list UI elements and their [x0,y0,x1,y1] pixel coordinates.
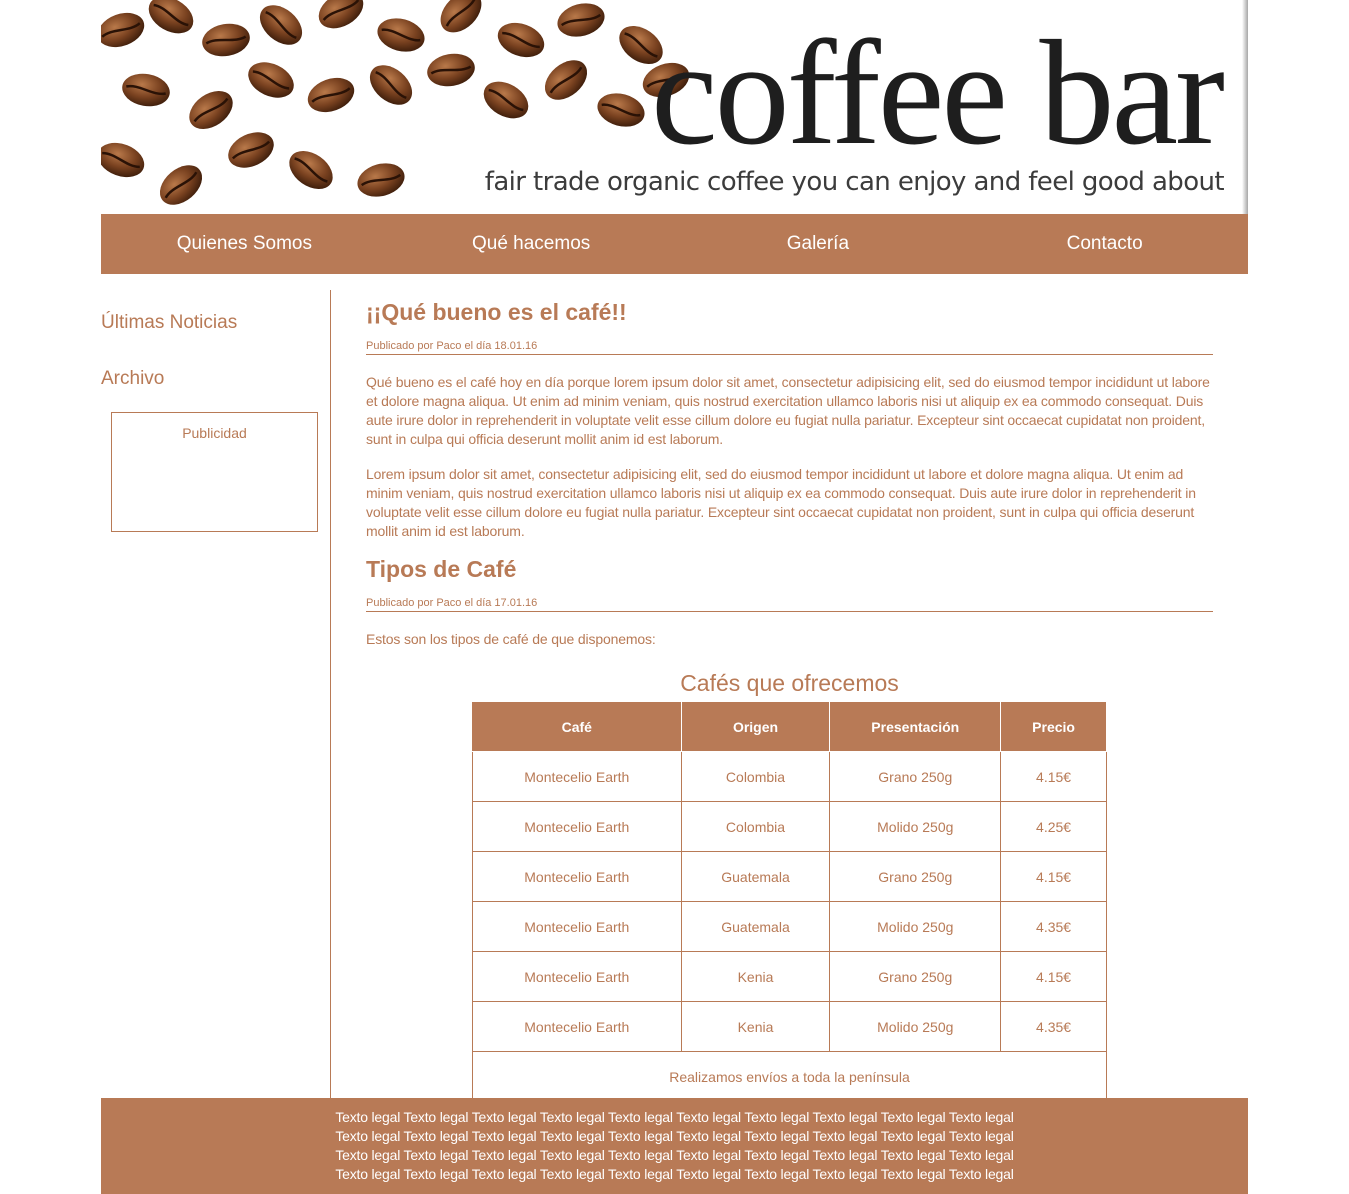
table-cell: Montecelio Earth [472,851,682,902]
table-cell: 4.35€ [1000,1001,1107,1052]
coffee-bean [483,81,529,119]
table-cell: Montecelio Earth [472,901,682,952]
table-header-row: Café Origen Presentación Precio [472,701,1107,752]
column-header-presentacion: Presentación [829,701,1002,752]
post-title: ¡¡Qué bueno es el café!! [366,299,627,325]
sidebar: Últimas Noticias Archivo Publicidad [101,290,331,1098]
table-row: Montecelio Earth Colombia Grano 250g 4.1… [472,751,1107,802]
coffee-bean [307,77,355,113]
coffee-bean [202,23,250,57]
brand-logo-title: coffee bar [651,10,1225,176]
table-row: Montecelio Earth Kenia Grano 250g 4.15€ [472,951,1107,1002]
coffee-bean [497,22,545,58]
coffee-bean [228,132,274,168]
coffee-bean [369,65,413,105]
coffee-bean [544,60,588,100]
header-banner: coffee bar fair trade organic coffee you… [101,0,1248,214]
banner-edge-shadow [1242,0,1248,214]
table-caption: Cafés que ofrecemos [680,670,899,696]
post-paragraph: Lorem ipsum dolor sit amet, consectetur … [366,466,1196,539]
legal-text-line: Texto legal Texto legal Texto legal Text… [335,1147,1014,1163]
coffee-bean [122,73,170,107]
coffee-bean [597,93,645,127]
table-cell: Montecelio Earth [472,1001,682,1052]
table-cell: 4.35€ [1000,901,1107,952]
legal-text-line: Texto legal Texto legal Texto legal Text… [335,1109,1014,1125]
table-cell: Colombia [680,751,831,802]
table-cell: 4.15€ [1000,751,1107,802]
table-cell: Molido 250g [829,1001,1002,1052]
table-cell: Montecelio Earth [472,951,682,1002]
blog-post: ¡¡Qué bueno es el café!! Publicado por P… [366,298,1213,541]
nav-item-galeria[interactable]: Galería [675,214,962,274]
table-footer-note: Realizamos envíos a toda la península [472,1051,1107,1102]
coffee-bean [101,12,145,48]
coffee-bean [189,90,233,130]
table-cell: Grano 250g [829,851,1002,902]
sidebar-link-ultimas-noticias[interactable]: Últimas Noticias [101,312,237,334]
table-row: Montecelio Earth Kenia Molido 250g 4.35€ [472,1001,1107,1052]
table-cell: Montecelio Earth [472,751,682,802]
table-cell: Guatemala [680,851,831,902]
nav-item-quienes-somos[interactable]: Quienes Somos [101,214,388,274]
column-header-cafe: Café [472,701,682,752]
page-footer: Texto legal Texto legal Texto legal Text… [101,1098,1248,1194]
table-cell: 4.15€ [1000,851,1107,902]
coffee-bean [148,0,194,34]
page-container: coffee bar fair trade organic coffee you… [101,0,1248,1194]
nav-item-que-hacemos[interactable]: Qué hacemos [388,214,675,274]
coffee-bean [427,53,475,87]
coffee-bean [248,62,294,98]
coffee-bean [440,0,482,33]
advertisement-label: Publicidad [182,425,247,441]
post-title: Tipos de Café [366,556,517,582]
coffee-bean [357,163,405,197]
coffee-bean [318,0,364,29]
coffee-bean [101,142,145,178]
post-meta: Publicado por Paco el día 17.01.16 [366,596,1213,612]
coffee-bean [377,18,425,52]
table-cell: Grano 250g [829,951,1002,1002]
table-cell: Molido 250g [829,801,1002,852]
table-cell: Molido 250g [829,901,1002,952]
table-row: Montecelio Earth Colombia Molido 250g 4.… [472,801,1107,852]
post-meta: Publicado por Paco el día 18.01.16 [366,339,1213,355]
blog-post: Tipos de Café Publicado por Paco el día … [366,555,1213,1102]
legal-text-line: Texto legal Texto legal Texto legal Text… [335,1128,1014,1144]
column-header-origen: Origen [680,701,831,752]
post-paragraph: Qué bueno es el café hoy en día porque l… [366,374,1210,447]
table-footer-row: Realizamos envíos a toda la península [472,1051,1107,1102]
main-nav: Quienes Somos Qué hacemos Galería Contac… [101,214,1248,274]
coffee-bean [159,165,203,205]
coffee-table: Café Origen Presentación Precio Montecel… [472,701,1107,1102]
table-row: Montecelio Earth Guatemala Molido 250g 4… [472,901,1107,952]
table-row: Montecelio Earth Guatemala Grano 250g 4.… [472,851,1107,902]
table-cell: 4.25€ [1000,801,1107,852]
column-header-precio: Precio [1000,701,1107,752]
table-cell: Kenia [680,1001,831,1052]
nav-item-contacto[interactable]: Contacto [961,214,1248,274]
table-cell: Kenia [680,951,831,1002]
main-content: ¡¡Qué bueno es el café!! Publicado por P… [366,290,1213,1102]
sidebar-link-archivo[interactable]: Archivo [101,368,164,390]
coffee-bean [289,150,333,190]
coffee-bean [557,3,605,37]
table-cell: Montecelio Earth [472,801,682,852]
table-cell: Guatemala [680,901,831,952]
coffee-bean [259,5,303,45]
legal-text-line: Texto legal Texto legal Texto legal Text… [335,1166,1014,1182]
brand-tagline: fair trade organic coffee you can enjoy … [484,167,1225,197]
table-cell: Grano 250g [829,751,1002,802]
table-cell: Colombia [680,801,831,852]
advertisement-box[interactable]: Publicidad [111,412,318,532]
table-cell: 4.15€ [1000,951,1107,1002]
post-paragraph: Estos son los tipos de café de que dispo… [366,631,656,647]
